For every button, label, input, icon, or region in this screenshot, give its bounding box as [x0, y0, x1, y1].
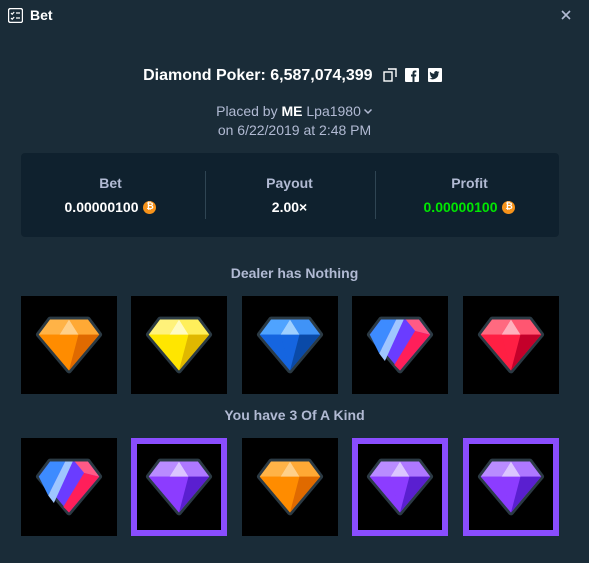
dealer-hand-label: Dealer has Nothing [230, 265, 359, 281]
stat-payout-label: Payout [266, 175, 313, 191]
stat-bet: Bet 0.00000100 [21, 153, 200, 237]
bitcoin-icon [502, 201, 516, 214]
stats-panel: Bet 0.00000100 Payout 2.00× Profit 0.000… [21, 153, 559, 237]
dealer-card-3 [242, 296, 338, 394]
game-title: Diamond Poker: 6,587,074,399 [0, 67, 589, 87]
username[interactable]: Lpa1980 [306, 103, 361, 119]
player-hand-label: You have 3 Of A Kind [224, 407, 365, 423]
player-card-2 [131, 438, 227, 536]
bet-id: 6,587,074,399 [270, 67, 373, 84]
stat-profit-label: Profit [451, 175, 488, 191]
player-card-3 [242, 438, 338, 536]
player-card-1 [21, 438, 117, 536]
bitcoin-icon [143, 201, 157, 214]
stat-bet-value: 0.00000100 [21, 199, 200, 215]
close-icon[interactable] [559, 8, 573, 22]
dealer-card-4 [352, 296, 448, 394]
stat-bet-label: Bet [99, 175, 122, 191]
placed-by-prefix: Placed by [216, 103, 278, 119]
stat-payout: Payout 2.00× [200, 153, 379, 237]
divider [375, 171, 376, 219]
bet-datetime: on 6/22/2019 at 2:48 PM [217, 122, 372, 138]
bet-slip-icon [8, 8, 23, 23]
stat-payout-value: 2.00× [271, 199, 308, 215]
chevron-down-icon[interactable] [363, 106, 373, 116]
dealer-card-2 [131, 296, 227, 394]
stat-profit-value: 0.00000100 [380, 199, 559, 215]
bet-amount: 0.00000100 [64, 199, 139, 215]
modal-header: Bet [0, 0, 589, 32]
user-badge: ME [281, 103, 303, 119]
placed-by: Placed by ME Lpa1980 [0, 103, 589, 119]
twitter-icon[interactable] [427, 68, 442, 82]
player-card-4 [352, 438, 448, 536]
dealer-card-5 [463, 296, 559, 394]
copy-icon[interactable] [383, 68, 397, 82]
game-name: Diamond Poker: [143, 67, 266, 84]
facebook-icon[interactable] [405, 68, 420, 82]
dealer-card-1 [21, 296, 117, 394]
stat-profit: Profit 0.00000100 [380, 153, 559, 237]
player-card-5 [463, 438, 559, 536]
profit-amount: 0.00000100 [423, 199, 498, 215]
modal-title: Bet [30, 7, 53, 23]
